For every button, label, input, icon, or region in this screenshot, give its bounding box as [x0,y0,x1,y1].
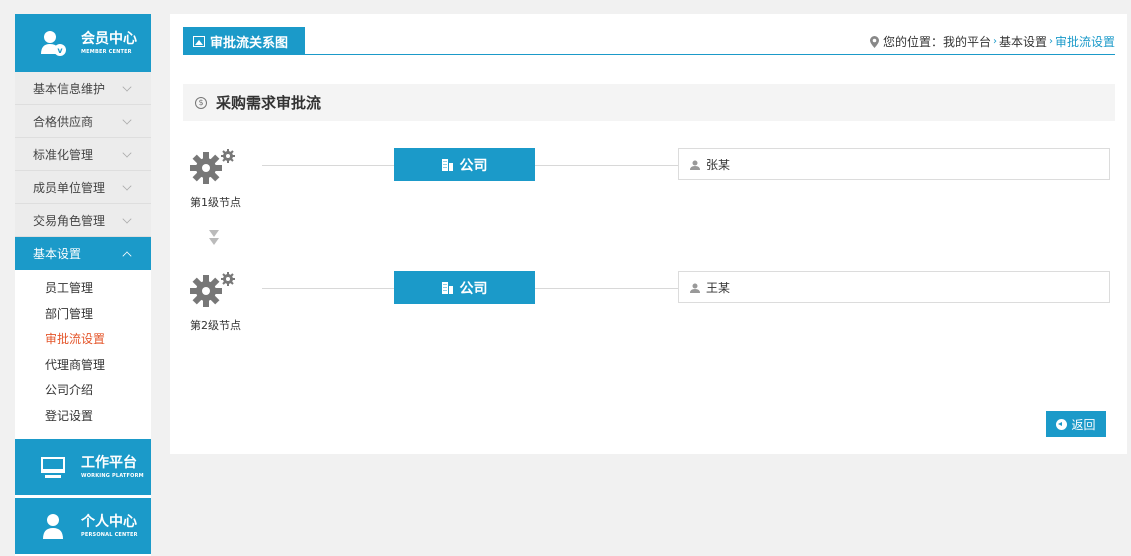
approval-node-2: 第2级节点 公司 王某 [190,271,1110,346]
connector-line [535,288,678,289]
personal-center-header[interactable]: 个人中心 PERSONAL CENTER [15,498,151,554]
menu-item-qualified-suppliers[interactable]: 合格供应商 [15,105,151,138]
breadcrumb-current[interactable]: 审批流设置 [1055,33,1115,50]
node-level-label: 第1级节点 [190,196,241,209]
chevron-down-icon [122,181,132,191]
approver-name: 张某 [706,157,731,172]
approver-name: 王某 [706,280,731,295]
chevron-down-icon [122,214,132,224]
sidebar: v 会员中心 MEMBER CENTER 基本信息维护 合格供应商 标准化管理 … [15,14,151,556]
menu-item-label: 合格供应商 [33,114,94,129]
breadcrumb-separator-icon: › [992,36,997,47]
menu-item-label: 基本设置 [33,246,82,261]
tab-approval-diagram: 审批流关系图 [183,27,305,55]
chevron-down-icon [122,148,132,158]
submenu: 员工管理 部门管理 审批流设置 代理商管理 公司介绍 登记设置 [15,270,151,435]
member-center-title: 会员中心 [81,30,137,47]
breadcrumb: 您的位置：我的平台 › 基本设置 › 审批流设置 [869,33,1115,50]
gear-icon [190,271,242,307]
double-arrow-down-icon [208,228,220,248]
submenu-item-staff[interactable]: 员工管理 [45,276,151,302]
back-arrow-icon [1056,418,1068,430]
location-pin-icon [869,35,879,48]
coin-icon: $ [195,96,207,109]
user-icon [690,159,700,170]
main-panel: 审批流关系图 您的位置：我的平台 › 基本设置 › 审批流设置 $ 采购需求审批… [170,14,1127,454]
breadcrumb-basic-settings[interactable]: 基本设置 [999,33,1047,50]
approver-field[interactable]: 张某 [678,148,1110,180]
building-icon [441,281,453,294]
connector-line [262,165,394,166]
breadcrumb-separator-icon: › [1048,36,1053,47]
node-level-label: 第2级节点 [190,319,241,332]
submenu-item-approval-flow[interactable]: 审批流设置 [45,327,151,353]
title-bar: 审批流关系图 您的位置：我的平台 › 基本设置 › 审批流设置 [183,27,1115,55]
company-button[interactable]: 公司 [394,148,535,181]
back-button-label: 返回 [1071,417,1096,432]
back-button[interactable]: 返回 [1046,411,1106,437]
section-title: 采购需求审批流 [216,94,322,112]
menu-item-standardization[interactable]: 标准化管理 [15,138,151,171]
menu-item-basic-settings[interactable]: 基本设置 [15,237,151,270]
gear-icon [190,148,242,184]
company-button[interactable]: 公司 [394,271,535,304]
picture-icon [193,35,205,47]
breadcrumb-prefix[interactable]: 您的位置：我的平台 [883,33,991,50]
work-platform-header[interactable]: 工作平台 WORKING PLATFORM [15,439,151,495]
submenu-item-company-intro[interactable]: 公司介绍 [45,378,151,404]
submenu-item-department[interactable]: 部门管理 [45,302,151,328]
chevron-up-icon [122,251,132,261]
menu-item-basic-info[interactable]: 基本信息维护 [15,72,151,105]
menu-item-label: 标准化管理 [33,147,94,162]
menu-item-member-units[interactable]: 成员单位管理 [15,171,151,204]
connector-line [262,288,394,289]
person-icon [39,511,69,541]
user-icon [690,282,700,293]
menu-item-label: 成员单位管理 [33,180,106,195]
approver-field[interactable]: 王某 [678,271,1110,303]
building-icon [441,158,453,171]
chevron-down-icon [122,115,132,125]
personal-center-subtitle: PERSONAL CENTER [81,531,138,538]
menu-item-trade-roles[interactable]: 交易角色管理 [15,204,151,237]
menu-item-label: 基本信息维护 [33,81,106,96]
company-label: 公司 [459,280,488,297]
tab-title-label: 审批流关系图 [210,35,289,51]
monitor-icon [39,452,69,482]
member-center-subtitle: MEMBER CENTER [81,48,132,55]
member-icon: v [39,28,69,58]
personal-center-title: 个人中心 [81,513,137,530]
work-platform-subtitle: WORKING PLATFORM [81,472,144,479]
work-platform-title: 工作平台 [81,454,137,471]
connector-line [535,165,678,166]
svg-text:v: v [57,46,63,55]
menu-item-label: 交易角色管理 [33,213,106,228]
approval-node-1: 第1级节点 公司 张某 [190,148,1110,223]
company-label: 公司 [459,157,488,174]
submenu-item-registration[interactable]: 登记设置 [45,404,151,430]
submenu-item-agents[interactable]: 代理商管理 [45,353,151,379]
member-center-header[interactable]: v 会员中心 MEMBER CENTER [15,14,151,72]
chevron-down-icon [122,82,132,92]
section-header: $ 采购需求审批流 [183,84,1115,121]
